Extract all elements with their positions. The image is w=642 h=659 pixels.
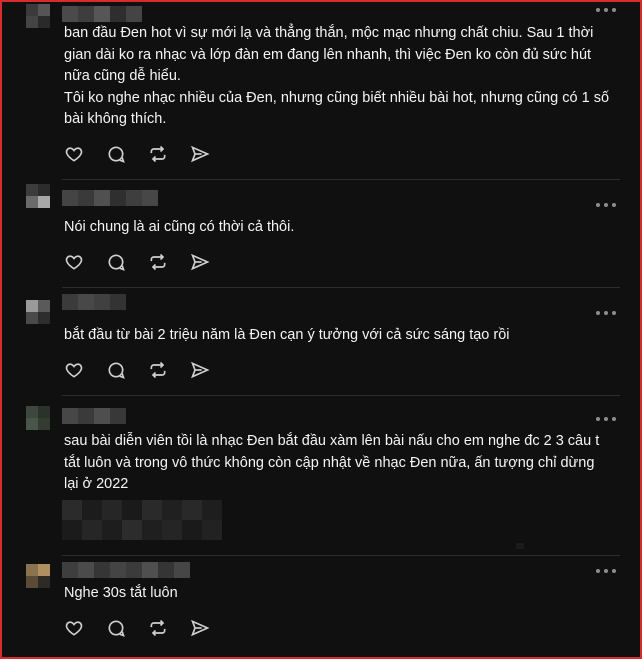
action-bar	[64, 618, 232, 638]
avatar[interactable]	[26, 4, 50, 28]
reply-post: sau bài diễn viên tồi là nhạc Đen bắt đầ…	[2, 396, 640, 556]
more-options-icon[interactable]	[596, 416, 616, 422]
reply-post: Nói chung là ai cũng có thời cả thôi.	[2, 180, 640, 288]
reply-post: bắt đầu từ bài 2 triệu năm là Đen cạn ý …	[2, 288, 640, 396]
heart-icon[interactable]	[64, 144, 84, 164]
more-options-icon[interactable]	[596, 7, 616, 13]
share-icon[interactable]	[190, 252, 210, 272]
heart-icon[interactable]	[64, 618, 84, 638]
reply-post: Nghe 30s tắt luôn	[2, 556, 640, 657]
repost-icon[interactable]	[148, 252, 168, 272]
share-icon[interactable]	[190, 618, 210, 638]
post-text: Nghe 30s tắt luôn	[64, 585, 178, 601]
comment-icon[interactable]	[106, 618, 126, 638]
share-icon[interactable]	[190, 360, 210, 380]
avatar[interactable]	[26, 184, 50, 208]
avatar[interactable]	[26, 300, 50, 324]
username-redacted[interactable]	[62, 408, 126, 424]
avatar[interactable]	[26, 564, 50, 588]
post-text: sau bài diễn viên tồi là nhạc Đen bắt đầ…	[64, 433, 600, 492]
username-redacted[interactable]	[62, 6, 142, 22]
repost-icon[interactable]	[148, 360, 168, 380]
action-bar	[64, 144, 232, 164]
avatar[interactable]	[26, 406, 50, 430]
username-redacted[interactable]	[62, 190, 158, 206]
action-bar	[64, 252, 232, 272]
username-redacted[interactable]	[62, 294, 126, 310]
post-text: ban đầu Đen hot vì sự mới lạ và thẳng th…	[64, 25, 610, 127]
username-redacted[interactable]	[62, 562, 190, 578]
comment-icon[interactable]	[106, 360, 126, 380]
heart-icon[interactable]	[64, 252, 84, 272]
post-text: bắt đầu từ bài 2 triệu năm là Đen cạn ý …	[64, 327, 510, 343]
redacted-mark	[516, 543, 524, 549]
redacted-content	[62, 500, 222, 540]
action-bar	[64, 360, 232, 380]
comment-icon[interactable]	[106, 144, 126, 164]
post-text: Nói chung là ai cũng có thời cả thôi.	[64, 219, 295, 235]
more-options-icon[interactable]	[596, 202, 616, 208]
reply-post: ban đầu Đen hot vì sự mới lạ và thẳng th…	[2, 2, 640, 180]
heart-icon[interactable]	[64, 360, 84, 380]
more-options-icon[interactable]	[596, 568, 616, 574]
thread-view: ban đầu Đen hot vì sự mới lạ và thẳng th…	[0, 0, 642, 659]
repost-icon[interactable]	[148, 144, 168, 164]
more-options-icon[interactable]	[596, 310, 616, 316]
repost-icon[interactable]	[148, 618, 168, 638]
comment-icon[interactable]	[106, 252, 126, 272]
share-icon[interactable]	[190, 144, 210, 164]
